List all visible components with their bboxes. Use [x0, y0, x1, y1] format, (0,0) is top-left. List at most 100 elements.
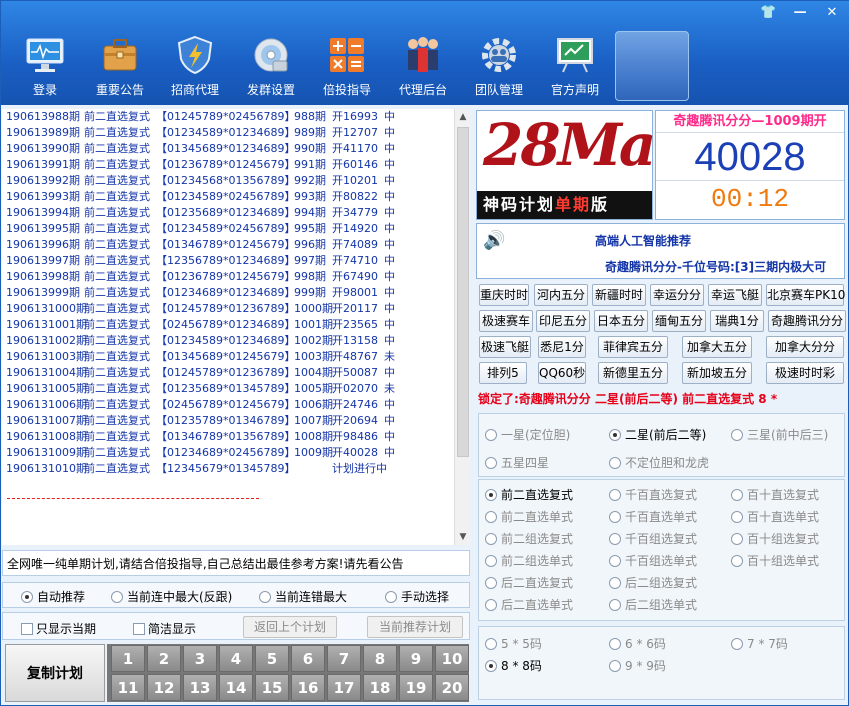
lottery-button[interactable]: 瑞典1分: [710, 310, 764, 332]
list-item[interactable]: 190613990期 前二直选复式 【01345689*01234689】 990期开…: [2, 141, 469, 157]
number-button[interactable]: 4: [219, 645, 253, 672]
group2-option[interactable]: 前二直选复式: [485, 486, 573, 503]
group2-option[interactable]: 百十直选复式: [731, 486, 819, 503]
list-item[interactable]: 190613989期 前二直选复式 【01234589*01234689】 989期开…: [2, 125, 469, 141]
lottery-button[interactable]: 极速时时彩: [766, 362, 844, 384]
list-item[interactable]: 190613993期 前二直选复式 【01234589*02456789】 993期开…: [2, 189, 469, 205]
list-item[interactable]: 190613999期 前二直选复式 【01234689*01234689】 999期开…: [2, 285, 469, 301]
group2-option[interactable]: 后二组选复式: [609, 574, 697, 591]
group-settings-button[interactable]: 发群设置: [235, 33, 307, 99]
lottery-button[interactable]: 极速飞艇: [479, 336, 531, 358]
mode-auto-radio[interactable]: 自动推荐: [21, 588, 85, 605]
group3-option[interactable]: 8 * 8码: [485, 657, 542, 674]
lottery-button[interactable]: 印尼五分: [536, 310, 590, 332]
agent-backend-button[interactable]: 代理后台: [387, 33, 459, 99]
group2-option[interactable]: 百十组选复式: [731, 530, 819, 547]
number-button[interactable]: 15: [255, 674, 289, 701]
plan-list-scrollbar[interactable]: ▲ ▼: [454, 109, 470, 545]
group3-option[interactable]: 7 * 7码: [731, 635, 788, 652]
group2-option[interactable]: 百十直选单式: [731, 508, 819, 525]
number-button[interactable]: 11: [111, 674, 145, 701]
lottery-button[interactable]: 新加坡五分: [682, 362, 752, 384]
group1-option[interactable]: 一星(定位胆): [485, 426, 570, 443]
group3-option[interactable]: 5 * 5码: [485, 635, 542, 652]
agent-recruit-button[interactable]: 招商代理: [159, 33, 231, 99]
toolbar-empty-slot[interactable]: [615, 31, 689, 101]
number-button[interactable]: 20: [435, 674, 469, 701]
lottery-button[interactable]: 菲律宾五分: [598, 336, 668, 358]
list-item[interactable]: 190613997期 前二直选复式 【12356789*01234689】 997期开…: [2, 253, 469, 269]
mode-max-miss-radio[interactable]: 当前连错最大: [259, 588, 347, 605]
group1-option[interactable]: 三星(前中后三): [731, 426, 828, 443]
list-item[interactable]: 190613991期 前二直选复式 【01236789*01245679】 991期开…: [2, 157, 469, 173]
list-item[interactable]: 1906131009期 前二直选复式 【01234689*02456789】 1009…: [2, 445, 469, 461]
group1-option[interactable]: 二星(前后二等): [609, 426, 706, 443]
speaker-icon[interactable]: 🔊: [483, 230, 507, 252]
number-button[interactable]: 17: [327, 674, 361, 701]
number-button[interactable]: 9: [399, 645, 433, 672]
list-item[interactable]: 1906131005期 前二直选复式 【01235689*01345789】 1005…: [2, 381, 469, 397]
group3-option[interactable]: 9 * 9码: [609, 657, 666, 674]
list-item[interactable]: 1906131002期 前二直选复式 【01234589*01234689】 1002…: [2, 333, 469, 349]
number-button[interactable]: 5: [255, 645, 289, 672]
lottery-button[interactable]: 北京赛车PK10: [766, 284, 845, 306]
lottery-button[interactable]: 排列5: [479, 362, 527, 384]
list-item[interactable]: 190613996期 前二直选复式 【01346789*01245679】 996期开…: [2, 237, 469, 253]
lottery-button[interactable]: 新德里五分: [598, 362, 668, 384]
lottery-button[interactable]: 幸运飞艇: [708, 284, 762, 306]
group2-option[interactable]: 前二组选单式: [485, 552, 573, 569]
group2-option[interactable]: 后二组选单式: [609, 596, 697, 613]
official-statement-button[interactable]: 官方声明: [539, 33, 611, 99]
group2-option[interactable]: 前二组选复式: [485, 530, 573, 547]
number-button[interactable]: 13: [183, 674, 217, 701]
number-button[interactable]: 18: [363, 674, 397, 701]
group2-option[interactable]: 千百直选复式: [609, 486, 697, 503]
list-item[interactable]: 1906131006期 前二直选复式 【02456789*01245679】 1006…: [2, 397, 469, 413]
number-button[interactable]: 16: [291, 674, 325, 701]
number-button[interactable]: 8: [363, 645, 397, 672]
number-button[interactable]: 7: [327, 645, 361, 672]
team-manage-button[interactable]: 团队管理: [463, 33, 535, 99]
group3-option[interactable]: 6 * 6码: [609, 635, 666, 652]
current-plan-button[interactable]: 当前推荐计划: [367, 616, 463, 638]
number-button[interactable]: 3: [183, 645, 217, 672]
betting-guide-button[interactable]: 倍投指导: [311, 33, 383, 99]
lottery-button[interactable]: 新疆时时: [592, 284, 646, 306]
lottery-button[interactable]: 日本五分: [594, 310, 648, 332]
group1-option[interactable]: 不定位胆和龙虎: [609, 454, 709, 471]
list-item[interactable]: 1906131000期 前二直选复式 【01245789*01236789】 1000…: [2, 301, 469, 317]
lottery-button[interactable]: 重庆时时: [479, 284, 529, 306]
lottery-button[interactable]: 河内五分: [534, 284, 588, 306]
list-item[interactable]: 1906131003期 前二直选复式 【01345689*01245679】 1003…: [2, 349, 469, 365]
list-item[interactable]: 190613988期 前二直选复式 【01245789*02456789】 988期开…: [2, 109, 469, 125]
list-item[interactable]: 190613992期 前二直选复式 【01234568*01356789】 992期开…: [2, 173, 469, 189]
mode-max-hit-radio[interactable]: 当前连中最大(反跟): [111, 588, 232, 605]
list-item[interactable]: 1906131010期 前二直选复式 【12345679*01345789】 计划进行…: [2, 461, 469, 477]
group2-option[interactable]: 千百直选单式: [609, 508, 697, 525]
group1-option[interactable]: 五星四星: [485, 454, 549, 471]
minimize-icon[interactable]: —: [786, 3, 814, 23]
scroll-down-icon[interactable]: ▼: [455, 529, 471, 545]
number-button[interactable]: 6: [291, 645, 325, 672]
login-button[interactable]: 登录: [9, 33, 81, 99]
lottery-button[interactable]: QQ60秒: [538, 362, 586, 384]
lottery-button[interactable]: 幸运分分: [650, 284, 704, 306]
list-item[interactable]: 190613994期 前二直选复式 【01235689*01234689】 994期开…: [2, 205, 469, 221]
group2-option[interactable]: 后二直选单式: [485, 596, 573, 613]
number-button[interactable]: 1: [111, 645, 145, 672]
group2-option[interactable]: 千百组选单式: [609, 552, 697, 569]
prev-plan-button[interactable]: 返回上个计划: [243, 616, 337, 638]
list-item[interactable]: 190613998期 前二直选复式 【01236789*01245679】 998期开…: [2, 269, 469, 285]
number-button[interactable]: 12: [147, 674, 181, 701]
lottery-button[interactable]: 极速赛车: [479, 310, 533, 332]
only-current-checkbox[interactable]: 只显示当期: [21, 620, 96, 637]
lottery-button[interactable]: 缅甸五分: [652, 310, 706, 332]
lottery-button[interactable]: 奇趣腾讯分分: [768, 310, 846, 332]
lottery-button[interactable]: 悉尼1分: [538, 336, 586, 358]
group2-option[interactable]: 百十组选单式: [731, 552, 819, 569]
close-icon[interactable]: ✕: [818, 3, 846, 23]
number-button[interactable]: 10: [435, 645, 469, 672]
group2-option[interactable]: 千百组选复式: [609, 530, 697, 547]
number-button[interactable]: 14: [219, 674, 253, 701]
group2-option[interactable]: 后二直选复式: [485, 574, 573, 591]
